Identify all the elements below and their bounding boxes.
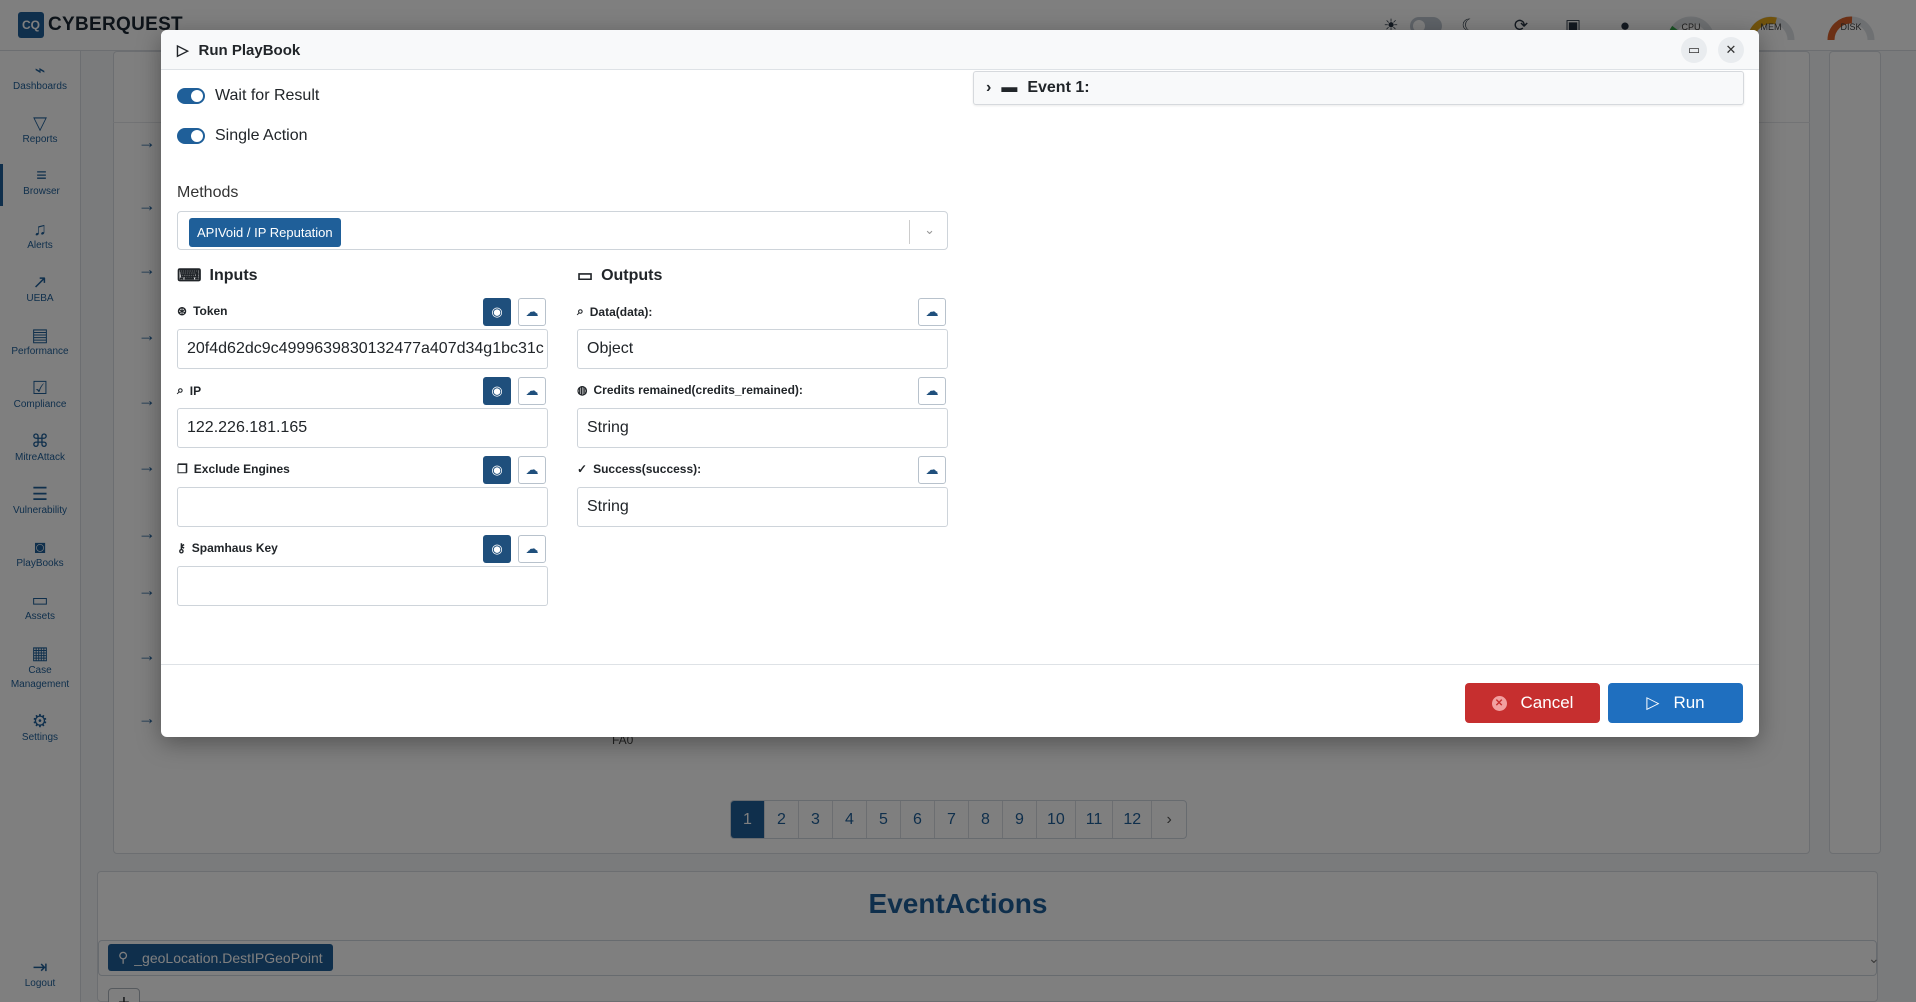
folder-icon: ▬ xyxy=(1001,79,1018,96)
camera-icon: ◉ xyxy=(491,304,503,319)
camera-icon: ◉ xyxy=(491,462,503,477)
close-button[interactable]: ✕ xyxy=(1718,37,1744,63)
maximize-button[interactable]: ▭ xyxy=(1681,37,1707,63)
search-icon: ⌕ xyxy=(577,304,584,318)
credits-output-field[interactable]: String xyxy=(577,408,948,448)
variable-button[interactable]: ☁ xyxy=(518,377,546,405)
cancel-button[interactable]: ✕ Cancel xyxy=(1465,683,1600,723)
success-output-label-text: Success(success): xyxy=(593,462,702,476)
chevron-down-icon[interactable]: ⌄ xyxy=(924,222,935,238)
monitor-icon: ▭ xyxy=(577,266,594,285)
event-accordion[interactable]: › ▬ Event 1: xyxy=(973,71,1744,105)
wait-for-result-toggle[interactable] xyxy=(177,88,205,104)
variable-button[interactable]: ☁ xyxy=(918,377,946,405)
variable-button[interactable]: ☁ xyxy=(918,456,946,484)
check-circle-icon: ✓ xyxy=(577,462,588,476)
token-label-text: Token xyxy=(193,304,228,318)
inputs-heading-text: Inputs xyxy=(209,267,258,284)
cloud-icon: ☁ xyxy=(925,304,939,319)
modal-title: ▷ Run PlayBook xyxy=(177,41,301,60)
inputs-heading: ⌨ Inputs xyxy=(177,266,258,286)
run-button[interactable]: ▷ Run xyxy=(1608,683,1743,723)
cancel-icon: ✕ xyxy=(1491,695,1507,711)
variable-button[interactable]: ☁ xyxy=(918,298,946,326)
key-icon: ⚷ xyxy=(177,541,186,555)
event-accordion-label: Event 1: xyxy=(1027,79,1090,96)
cloud-icon: ☁ xyxy=(525,383,539,398)
exclude-engines-input[interactable] xyxy=(177,487,548,527)
modal-header: ▷ Run PlayBook ▭ ✕ xyxy=(161,30,1759,70)
spamhaus-key-input[interactable] xyxy=(177,566,548,606)
single-action-label: Single Action xyxy=(215,127,308,144)
single-action-toggle[interactable] xyxy=(177,128,205,144)
credits-output-label: ◍ Credits remained(credits_remained): xyxy=(577,383,803,397)
data-output-label-text: Data(data): xyxy=(589,304,653,319)
ip-input[interactable]: 122.226.181.165 xyxy=(177,408,548,448)
ip-label: ⌕ IP xyxy=(177,383,201,398)
snapshot-button[interactable]: ◉ xyxy=(483,298,511,326)
token-icon: ⊛ xyxy=(177,304,188,318)
cloud-icon: ☁ xyxy=(925,462,939,477)
cloud-icon: ☁ xyxy=(525,462,539,477)
methods-label: Methods xyxy=(177,184,239,201)
ip-label-text: IP xyxy=(189,383,202,398)
run-button-label: Run xyxy=(1673,693,1705,712)
select-separator xyxy=(909,220,910,244)
snapshot-button[interactable]: ◉ xyxy=(483,456,511,484)
play-icon: ▷ xyxy=(177,42,189,59)
keyboard-icon: ⌨ xyxy=(177,266,202,285)
cloud-icon: ☁ xyxy=(525,541,539,556)
data-output-field[interactable]: Object xyxy=(577,329,948,369)
method-tag[interactable]: APIVoid / IP Reputation xyxy=(189,218,341,247)
modal-title-text: Run PlayBook xyxy=(198,41,301,59)
close-icon: ✕ xyxy=(1725,42,1737,57)
search-icon: ⌕ xyxy=(177,383,184,397)
play-icon: ▷ xyxy=(1646,693,1660,712)
exclude-engines-label-text: Exclude Engines xyxy=(193,462,290,476)
token-input[interactable]: 20f4d62dc9c4999639830132477a407d34g1bc31… xyxy=(177,329,548,369)
cancel-button-label: Cancel xyxy=(1520,693,1574,712)
wait-for-result-label: Wait for Result xyxy=(215,87,320,104)
maximize-icon: ▭ xyxy=(1687,42,1701,57)
spamhaus-key-label-text: Spamhaus Key xyxy=(191,541,278,555)
snapshot-button[interactable]: ◉ xyxy=(483,535,511,563)
snapshot-button[interactable]: ◉ xyxy=(483,377,511,405)
modal-footer: ✕ Cancel ▷ Run xyxy=(161,664,1759,737)
cloud-icon: ☁ xyxy=(925,383,939,398)
variable-button[interactable]: ☁ xyxy=(518,298,546,326)
spamhaus-key-label: ⚷ Spamhaus Key xyxy=(177,541,278,555)
camera-icon: ◉ xyxy=(491,383,503,398)
success-output-label: ✓ Success(success): xyxy=(577,462,701,476)
variable-button[interactable]: ☁ xyxy=(518,456,546,484)
methods-select[interactable]: APIVoid / IP Reputation ⌄ xyxy=(177,211,948,250)
cloud-icon: ☁ xyxy=(525,304,539,319)
credits-output-label-text: Credits remained(credits_remained): xyxy=(593,383,803,397)
copy-icon: ❐ xyxy=(177,462,188,476)
run-playbook-modal: ▷ Run PlayBook ▭ ✕ Wait for Result Singl… xyxy=(161,30,1759,737)
outputs-heading-text: Outputs xyxy=(601,267,663,284)
success-output-field[interactable]: String xyxy=(577,487,948,527)
wait-for-result-row: Wait for Result xyxy=(177,87,319,105)
variable-button[interactable]: ☁ xyxy=(518,535,546,563)
chevron-right-icon: › xyxy=(986,79,992,96)
palette-icon: ◍ xyxy=(577,383,588,397)
data-output-label: ⌕ Data(data): xyxy=(577,304,652,319)
single-action-row: Single Action xyxy=(177,127,308,145)
exclude-engines-label: ❐ Exclude Engines xyxy=(177,462,290,476)
camera-icon: ◉ xyxy=(491,541,503,556)
token-label: ⊛ Token xyxy=(177,304,228,318)
outputs-heading: ▭ Outputs xyxy=(577,266,662,286)
